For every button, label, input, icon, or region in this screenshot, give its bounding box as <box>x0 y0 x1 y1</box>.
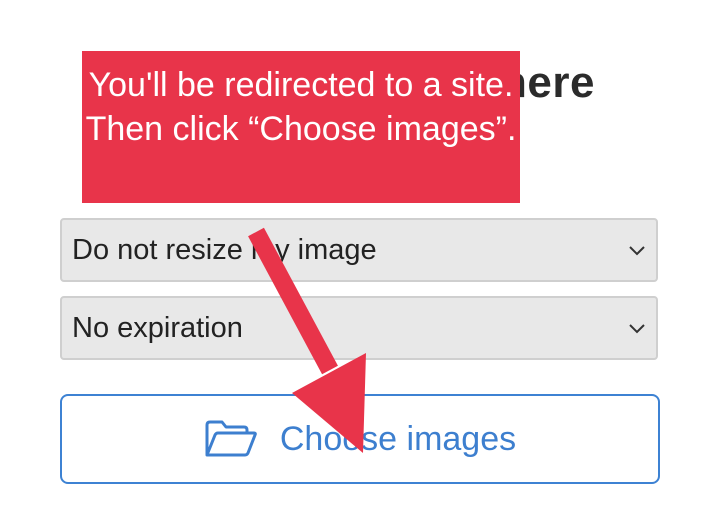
resize-select-value: Do not resize my image <box>72 233 377 266</box>
expiration-select[interactable]: No expiration <box>60 296 658 360</box>
chevron-down-icon <box>629 324 645 334</box>
choose-images-button[interactable]: Choose images <box>60 394 660 484</box>
page: here Do not resize my image No expiratio… <box>0 0 720 522</box>
resize-select[interactable]: Do not resize my image <box>60 218 658 282</box>
instruction-callout: You'll be redirected to a site. Then cli… <box>82 51 520 203</box>
chevron-down-icon <box>629 246 645 256</box>
choose-images-label: Choose images <box>279 419 517 458</box>
expiration-select-value: No expiration <box>72 311 243 344</box>
folder-open-icon <box>205 420 257 457</box>
